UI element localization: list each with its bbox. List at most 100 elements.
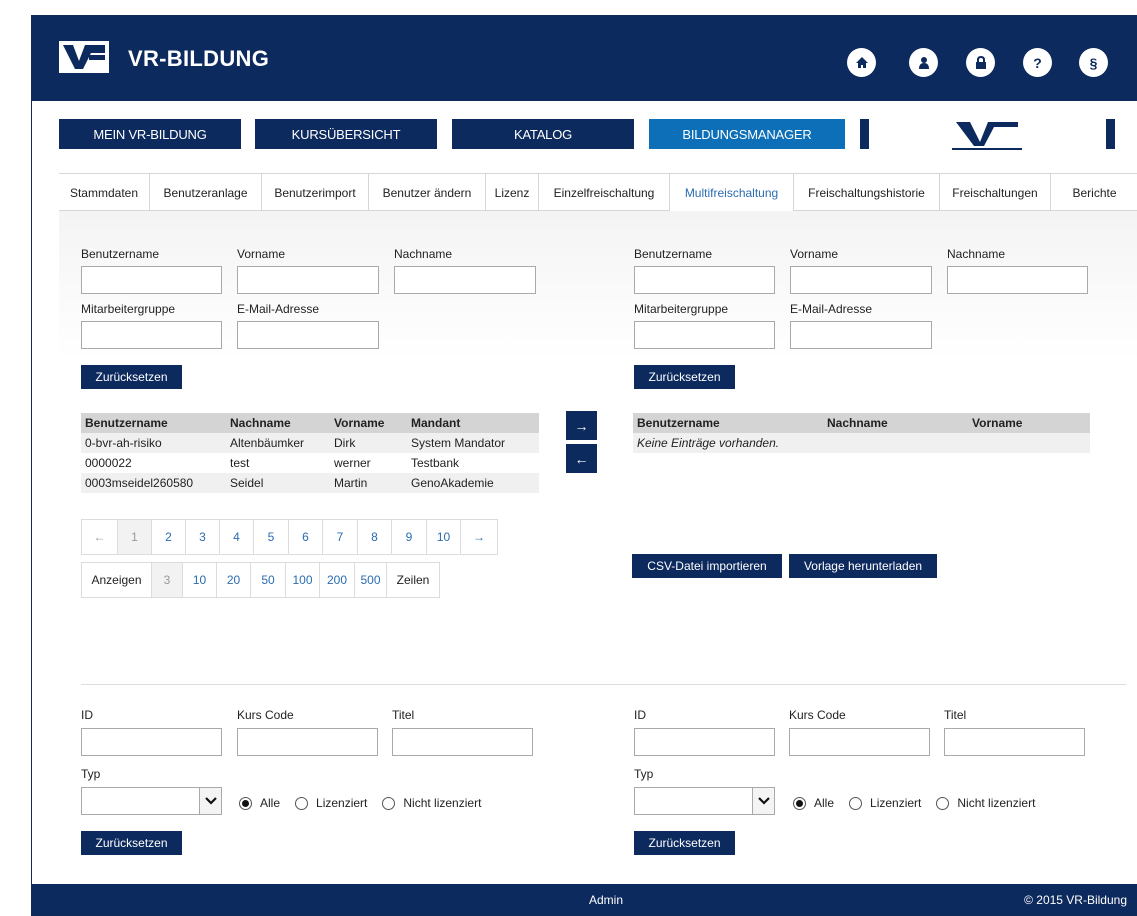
firstname-input-left[interactable] — [237, 266, 379, 294]
label-firstname-right: Vorname — [790, 247, 839, 261]
radio-all-left[interactable]: Alle — [239, 796, 280, 810]
help-glyph: ? — [1033, 54, 1042, 71]
lastname-input-left[interactable] — [394, 266, 536, 294]
course-code-input-left[interactable] — [237, 728, 378, 756]
tab-benutzeranlage[interactable]: Benutzeranlage — [150, 174, 262, 211]
reset-button-users-right[interactable]: Zurücksetzen — [634, 365, 735, 389]
move-left-button[interactable]: ← — [566, 444, 597, 473]
type-select-left[interactable] — [81, 787, 222, 815]
tab-stammdaten[interactable]: Stammdaten — [59, 174, 150, 211]
rows-option-20[interactable]: 20 — [217, 563, 251, 597]
email-input-right[interactable] — [790, 321, 932, 349]
tab-benutzer-aendern[interactable]: Benutzer ändern — [369, 174, 486, 211]
nav-bildungsmanager[interactable]: BILDUNGSMANAGER — [649, 119, 845, 149]
tab-einzelfreischaltung[interactable]: Einzelfreischaltung — [539, 174, 670, 211]
col-header-mandant[interactable]: Mandant — [407, 413, 539, 433]
pagination-next[interactable]: → — [461, 520, 497, 554]
nav-mein-vr-bildung[interactable]: MEIN VR-BILDUNG — [59, 119, 241, 149]
col-header-lastname[interactable]: Nachname — [226, 413, 330, 433]
pagination-page-7[interactable]: 7 — [323, 520, 358, 554]
cell-mandant: System Mandator — [407, 433, 539, 453]
radio-label: Nicht lizenziert — [957, 796, 1036, 810]
col-header-firstname[interactable]: Vorname — [330, 413, 407, 433]
pagination: ← 1 2 3 4 5 6 7 8 9 10 → — [81, 519, 498, 555]
radio-button[interactable] — [849, 796, 863, 810]
label-email-left: E-Mail-Adresse — [237, 302, 320, 316]
tab-lizenz[interactable]: Lizenz — [486, 174, 539, 211]
course-code-input-right[interactable] — [789, 728, 930, 756]
reset-button-courses-right[interactable]: Zurücksetzen — [634, 831, 735, 855]
rows-option-200[interactable]: 200 — [320, 563, 355, 597]
pagination-page-6[interactable]: 6 — [289, 520, 323, 554]
lock-icon[interactable] — [966, 48, 995, 77]
rows-option-100[interactable]: 100 — [286, 563, 320, 597]
help-icon[interactable]: ? — [1023, 48, 1052, 77]
cell-username: 0003mseidel260580 — [81, 473, 226, 493]
rows-option-500[interactable]: 500 — [355, 563, 387, 597]
table-row[interactable]: 0-bvr-ah-risiko Altenbäumker Dirk System… — [81, 433, 539, 453]
username-input-right[interactable] — [634, 266, 775, 294]
title-input-right[interactable] — [944, 728, 1085, 756]
radio-unlicensed-left[interactable]: Nicht lizenziert — [382, 796, 481, 810]
pagination-page-8[interactable]: 8 — [358, 520, 392, 554]
nav-katalog[interactable]: KATALOG — [452, 119, 634, 149]
radio-button[interactable] — [936, 796, 950, 810]
user-icon[interactable] — [909, 48, 938, 77]
pagination-page-3[interactable]: 3 — [186, 520, 220, 554]
reset-button-users-left[interactable]: Zurücksetzen — [81, 365, 182, 389]
rows-option-10[interactable]: 10 — [183, 563, 217, 597]
id-input-right[interactable] — [634, 728, 775, 756]
tab-multifreischaltung[interactable]: Multifreischaltung — [670, 174, 794, 212]
title-input-left[interactable] — [392, 728, 533, 756]
home-icon[interactable] — [847, 48, 876, 77]
radio-licensed-right[interactable]: Lizenziert — [849, 796, 921, 810]
reset-button-courses-left[interactable]: Zurücksetzen — [81, 831, 182, 855]
lastname-input-right[interactable] — [947, 266, 1088, 294]
firstname-input-right[interactable] — [790, 266, 932, 294]
tab-freischaltungshistorie[interactable]: Freischaltungshistorie — [794, 174, 940, 211]
rows-option-3[interactable]: 3 — [152, 563, 183, 597]
username-input-left[interactable] — [81, 266, 222, 294]
tab-benutzerimport[interactable]: Benutzerimport — [262, 174, 369, 211]
radio-all-right[interactable]: Alle — [793, 796, 834, 810]
csv-import-button[interactable]: CSV-Datei importieren — [632, 554, 782, 578]
pagination-prev[interactable]: ← — [82, 520, 118, 554]
col-header-firstname[interactable]: Vorname — [968, 413, 1090, 433]
nav-kursuebersicht[interactable]: KURSÜBERSICHT — [255, 119, 437, 149]
chevron-down-icon — [199, 788, 221, 814]
group-input-left[interactable] — [81, 321, 222, 349]
col-header-username[interactable]: Benutzername — [633, 413, 823, 433]
template-download-button[interactable]: Vorlage herunterladen — [789, 554, 937, 578]
radio-button[interactable] — [239, 796, 252, 810]
user-table-right: Benutzername Nachname Vorname Keine Eint… — [633, 413, 1090, 453]
radio-button[interactable] — [793, 796, 806, 810]
label-username-right: Benutzername — [634, 247, 713, 261]
radio-button[interactable] — [295, 796, 309, 810]
cell-lastname: Seidel — [226, 473, 330, 493]
pagination-page-1[interactable]: 1 — [118, 520, 152, 554]
radio-licensed-left[interactable]: Lizenziert — [295, 796, 367, 810]
label-id-right: ID — [634, 708, 646, 722]
radio-button[interactable] — [382, 796, 396, 810]
id-input-left[interactable] — [81, 728, 222, 756]
group-input-right[interactable] — [634, 321, 775, 349]
pagination-page-5[interactable]: 5 — [254, 520, 289, 554]
pagination-page-2[interactable]: 2 — [152, 520, 186, 554]
pagination-page-9[interactable]: 9 — [392, 520, 427, 554]
app-frame: VR-BILDUNG ? § MEIN VR-BILDUNG KURSÜBERS… — [31, 15, 1137, 916]
paragraph-icon[interactable]: § — [1079, 48, 1108, 77]
type-select-right[interactable] — [634, 787, 775, 815]
col-header-lastname[interactable]: Nachname — [823, 413, 968, 433]
email-input-left[interactable] — [237, 321, 379, 349]
rows-option-50[interactable]: 50 — [251, 563, 286, 597]
tab-berichte[interactable]: Berichte — [1051, 174, 1137, 211]
vr-logo-icon[interactable] — [59, 41, 109, 73]
move-right-button[interactable]: → — [566, 411, 597, 440]
table-row[interactable]: 0000022 test werner Testbank — [81, 453, 539, 473]
tab-freischaltungen[interactable]: Freischaltungen — [940, 174, 1051, 211]
table-row[interactable]: 0003mseidel260580 Seidel Martin GenoAkad… — [81, 473, 539, 493]
pagination-page-10[interactable]: 10 — [427, 520, 461, 554]
col-header-username[interactable]: Benutzername — [81, 413, 226, 433]
pagination-page-4[interactable]: 4 — [220, 520, 254, 554]
radio-unlicensed-right[interactable]: Nicht lizenziert — [936, 796, 1035, 810]
